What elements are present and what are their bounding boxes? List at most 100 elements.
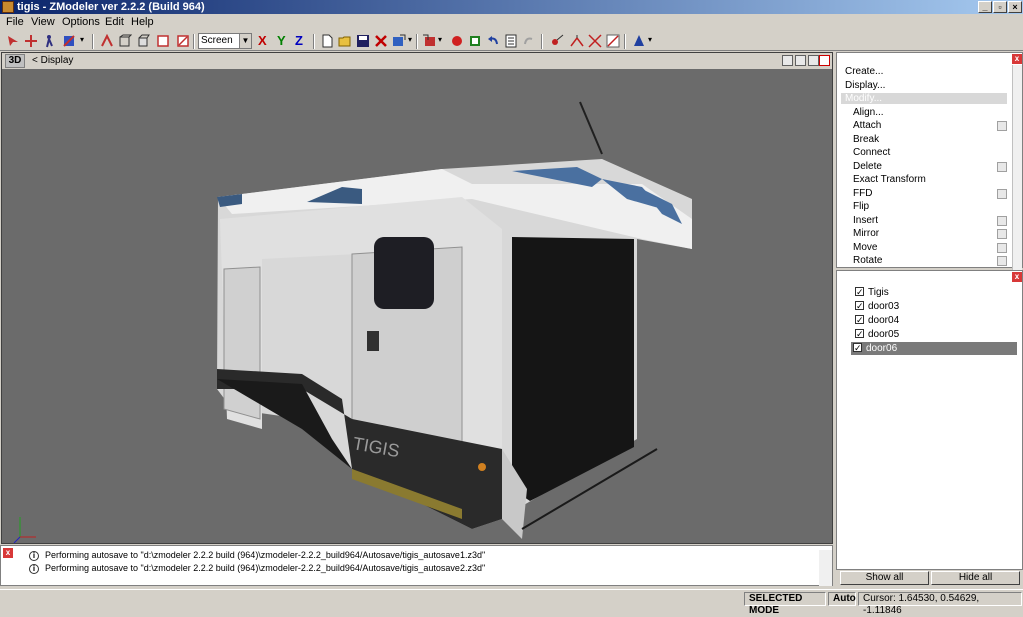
command-panel: x Create... Display... Modify... Align..… <box>836 52 1023 273</box>
modify-align[interactable]: Align... <box>853 107 884 118</box>
object-row-door03[interactable]: ✓ door03 <box>853 300 1019 313</box>
toolbar-separator <box>416 34 418 49</box>
modify-attach[interactable]: Attach <box>853 120 881 131</box>
attach-options-box[interactable] <box>997 121 1007 131</box>
erase-tool-icon[interactable] <box>176 34 190 48</box>
log-scrollbar[interactable] <box>819 550 832 586</box>
menu-help[interactable]: Help <box>131 16 154 28</box>
modify-connect[interactable]: Connect <box>853 147 890 158</box>
walk-tool-icon[interactable] <box>42 34 56 48</box>
transform-tool-icon[interactable] <box>62 34 76 48</box>
cube-tool-icon[interactable] <box>136 34 150 48</box>
modify-mirror[interactable]: Mirror <box>853 228 879 239</box>
view-mode-value: Screen <box>201 35 233 46</box>
snap-mode-status[interactable]: Auto <box>828 592 856 606</box>
delete-options-box[interactable] <box>997 162 1007 172</box>
object-tool-icon[interactable] <box>606 34 620 48</box>
object-visibility-checkbox[interactable]: ✓ <box>855 315 864 325</box>
object-list-panel: x ✓ Tigis ✓ door03 ✓ door04 ✓ door05 ✓ d… <box>836 270 1023 570</box>
open-folder-icon[interactable] <box>338 34 352 48</box>
toolbar-separator <box>92 34 94 49</box>
pan-icon[interactable] <box>795 55 806 66</box>
zoom-icon[interactable] <box>782 55 793 66</box>
select-tool-icon[interactable] <box>6 34 20 48</box>
create-menu[interactable]: Create... <box>845 66 883 77</box>
close-view-icon[interactable] <box>819 55 830 66</box>
camera-tool-icon[interactable] <box>632 34 646 48</box>
modify-ffd[interactable]: FFD <box>853 188 872 199</box>
modify-rotate[interactable]: Rotate <box>853 255 882 265</box>
object-row-door06[interactable]: ✓ door06 <box>851 342 1017 355</box>
rotate-tool-icon[interactable] <box>100 34 114 48</box>
save-icon[interactable] <box>356 34 370 48</box>
import-icon[interactable] <box>392 34 406 48</box>
viewport-mode-button[interactable]: 3D <box>5 54 25 68</box>
close-icon[interactable]: x <box>3 548 13 558</box>
maximize-view-icon[interactable] <box>808 55 819 66</box>
object-visibility-checkbox[interactable]: ✓ <box>855 329 864 339</box>
modify-move[interactable]: Move <box>853 242 877 253</box>
menu-edit[interactable]: Edit <box>105 16 124 28</box>
axis-y-button[interactable]: Y <box>277 33 286 48</box>
undo-icon[interactable] <box>486 34 500 48</box>
properties-icon[interactable] <box>504 34 518 48</box>
rotate-options-box[interactable] <box>997 256 1007 266</box>
ffd-options-box[interactable] <box>997 189 1007 199</box>
move-tool-icon[interactable] <box>24 34 38 48</box>
object-visibility-checkbox[interactable]: ✓ <box>855 301 864 311</box>
chevron-down-icon[interactable]: ▼ <box>239 34 251 48</box>
modify-break[interactable]: Break <box>853 134 879 145</box>
menu-view[interactable]: View <box>31 16 55 28</box>
mirror-options-box[interactable] <box>997 229 1007 239</box>
chevron-down-icon[interactable]: ▾ <box>408 35 422 49</box>
close-icon[interactable]: x <box>1012 54 1022 64</box>
modify-flip[interactable]: Flip <box>853 201 869 212</box>
modify-menu[interactable]: Modify... <box>841 93 1007 104</box>
title-bar: tigis - ZModeler ver 2.2.2 (Build 964) _… <box>0 0 1023 14</box>
insert-options-box[interactable] <box>997 216 1007 226</box>
modify-delete[interactable]: Delete <box>853 161 882 172</box>
close-icon[interactable]: x <box>1012 272 1022 282</box>
axis-x-button[interactable]: X <box>258 33 267 48</box>
display-menu[interactable]: Display... <box>845 80 885 91</box>
delete-icon[interactable] <box>374 34 388 48</box>
object-row-door05[interactable]: ✓ door05 <box>853 328 1019 341</box>
object-row-tigis[interactable]: ✓ Tigis <box>853 286 1019 299</box>
info-icon: i <box>29 551 39 561</box>
object-label: door05 <box>868 329 900 340</box>
menu-file[interactable]: File <box>6 16 24 28</box>
object-row-door04[interactable]: ✓ door04 <box>853 314 1019 327</box>
vertex-tool-icon[interactable] <box>550 34 564 48</box>
command-panel-scrollbar[interactable] <box>1012 65 1022 273</box>
box-tool-icon[interactable] <box>118 34 132 48</box>
menu-bar: File View Options Edit Help <box>0 14 1023 31</box>
axis-z-button[interactable]: Z <box>295 33 303 48</box>
show-all-button[interactable]: Show all <box>840 571 929 585</box>
view-mode-select[interactable]: Screen ▼ <box>198 33 252 49</box>
modify-insert[interactable]: Insert <box>853 215 878 226</box>
new-file-icon[interactable] <box>320 34 334 48</box>
export-icon[interactable] <box>422 34 436 48</box>
menu-options[interactable]: Options <box>62 16 100 28</box>
maximize-button[interactable]: ▫ <box>993 1 1007 13</box>
scene-render: TIGIS <box>13 101 692 543</box>
redo-icon[interactable] <box>522 34 536 48</box>
minimize-button[interactable]: _ <box>978 1 992 13</box>
chevron-down-icon[interactable]: ▾ <box>648 35 662 49</box>
record-icon[interactable] <box>450 34 464 48</box>
info-icon: i <box>29 564 39 574</box>
edge-tool-icon[interactable] <box>570 34 584 48</box>
object-visibility-checkbox[interactable]: ✓ <box>853 343 862 353</box>
object-visibility-checkbox[interactable]: ✓ <box>855 287 864 297</box>
viewport-display-menu[interactable]: < Display <box>32 55 73 66</box>
hide-all-button[interactable]: Hide all <box>931 571 1020 585</box>
face-tool-icon[interactable] <box>588 34 602 48</box>
toolbar-separator <box>313 34 315 49</box>
scale-tool-icon[interactable] <box>156 34 170 48</box>
modify-exact-transform[interactable]: Exact Transform <box>853 174 926 185</box>
close-button[interactable]: × <box>1008 1 1022 13</box>
object-label: door04 <box>868 315 900 326</box>
3d-viewport[interactable]: 3D < Display TIGIS <box>1 52 833 544</box>
move-options-box[interactable] <box>997 243 1007 253</box>
render-icon[interactable] <box>468 34 482 48</box>
